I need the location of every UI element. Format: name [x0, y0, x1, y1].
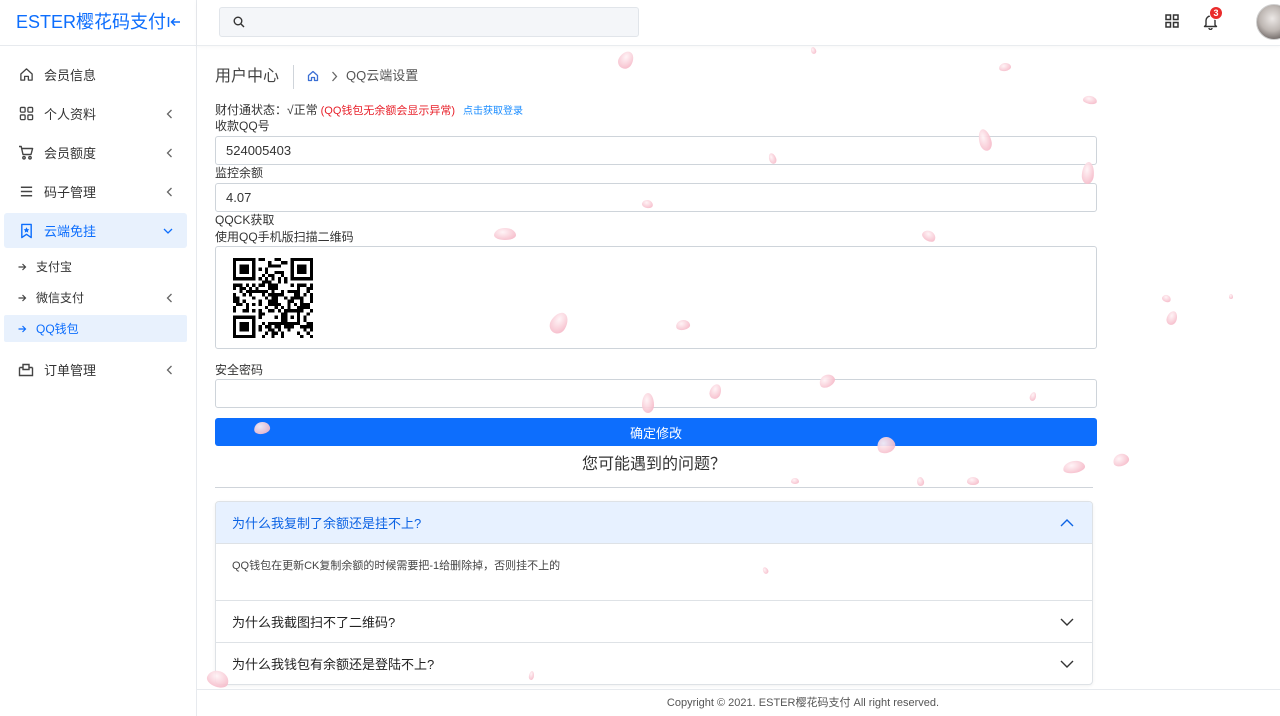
chevron-up-icon: [1060, 518, 1074, 527]
sakura-petal: [1164, 309, 1180, 327]
status-text: 财付通状态：√正常: [215, 103, 318, 117]
sidebar-item-member-info[interactable]: 会员信息: [4, 57, 187, 92]
confirm-button[interactable]: 确定修改: [215, 418, 1097, 446]
search-input[interactable]: [252, 8, 632, 36]
sakura-petal: [915, 475, 925, 487]
chevron-down-icon: [1060, 660, 1074, 668]
sidebar-item-label: 码子管理: [44, 185, 97, 200]
order-icon: [18, 362, 34, 378]
sidebar-item-cloud-hosting[interactable]: 云端免挂: [4, 213, 187, 248]
sidebar-item-label: 个人资料: [44, 107, 97, 122]
sakura-petal: [494, 228, 516, 240]
faq-question-text: 为什么我复制了余额还是挂不上?: [232, 516, 422, 531]
chevron-left-icon: [166, 148, 173, 158]
sidebar-subitem-label: 支付宝: [36, 260, 73, 274]
sakura-petal: [791, 478, 799, 484]
sidebar-subitem-label: 微信支付: [36, 291, 85, 305]
logo-bar: ESTER樱花码支付: [0, 0, 196, 46]
sidebar-item-label: 云端免挂: [44, 224, 97, 239]
chevron-down-icon: [163, 227, 173, 234]
sidebar-item-label: 会员额度: [44, 146, 97, 161]
faq-question-2[interactable]: 为什么我截图扫不了二维码?: [216, 600, 1092, 642]
avatar: [1256, 4, 1280, 40]
breadcrumb-current: QQ云端设置: [346, 68, 419, 83]
grid-icon: [18, 106, 34, 122]
sidebar-item-label: 订单管理: [44, 363, 97, 378]
qqck-label: QQCK获取: [215, 213, 275, 227]
breadcrumb-divider: [293, 65, 294, 89]
sakura-petal: [920, 228, 938, 244]
faq-divider: [215, 487, 1093, 488]
home-icon: [18, 67, 34, 83]
sakura-petal: [1111, 451, 1131, 469]
cart-icon: [18, 145, 34, 161]
sakura-petal: [1082, 94, 1098, 106]
chevron-left-icon: [166, 109, 173, 119]
sidebar-subitem-qq-wallet[interactable]: QQ钱包: [4, 315, 187, 342]
chevron-left-icon: [166, 293, 173, 303]
sakura-petal: [809, 45, 817, 55]
app-logo[interactable]: ESTER樱花码支付: [16, 10, 166, 34]
get-login-link[interactable]: 点击获取登录: [463, 106, 523, 117]
faq-title: 您可能遇到的问题？: [581, 456, 726, 473]
qq-number-input[interactable]: [215, 136, 1097, 165]
chevron-down-icon: [1060, 618, 1074, 626]
security-password-input[interactable]: [215, 379, 1097, 408]
sidebar-subitem-wechat-pay[interactable]: 微信支付: [4, 284, 187, 311]
arrow-right-icon: [18, 263, 27, 271]
chevron-left-icon: [166, 187, 173, 197]
faq-question-3[interactable]: 为什么我钱包有余额还是登陆不上?: [216, 642, 1092, 684]
user-avatar-button[interactable]: [1256, 4, 1280, 40]
sidebar-item-profile[interactable]: 个人资料: [4, 96, 187, 131]
sidebar-subitem-alipay[interactable]: 支付宝: [4, 253, 187, 280]
sakura-petal: [967, 477, 979, 485]
search-icon: [233, 16, 245, 28]
sakura-petal: [1229, 293, 1233, 299]
sidebar-item-quota[interactable]: 会员额度: [4, 135, 187, 170]
sakura-petal: [1160, 293, 1172, 303]
qr-code: [233, 258, 313, 338]
notification-badge: 3: [1209, 6, 1223, 20]
chevron-left-icon: [166, 365, 173, 375]
faq-answer-1: QQ钱包在更新CK复制余额的时候需要把-1给删除掉，否则挂不上的: [232, 560, 561, 572]
page-title: 用户中心: [215, 68, 280, 85]
qq-number-label: 收款QQ号: [215, 119, 270, 133]
faq-question-text: 为什么我截图扫不了二维码?: [232, 615, 396, 630]
chevron-right-icon: [331, 71, 338, 82]
breadcrumb-home-icon[interactable]: [307, 70, 319, 82]
collapse-sidebar-icon[interactable]: [166, 15, 182, 29]
search-box[interactable]: [219, 7, 639, 37]
balance-input[interactable]: [215, 183, 1097, 212]
sidebar-submenu: 支付宝 微信支付 QQ钱包: [0, 252, 196, 352]
bookmark-icon: [18, 223, 34, 239]
faq-accordion: 为什么我复制了余额还是挂不上? QQ钱包在更新CK复制余额的时候需要把-1给删除…: [215, 501, 1093, 685]
sakura-petal: [998, 62, 1012, 72]
security-password-label: 安全密码: [215, 363, 264, 377]
sidebar-item-orders[interactable]: 订单管理: [4, 352, 187, 387]
qr-code-panel: [215, 246, 1097, 349]
arrow-right-icon: [18, 325, 27, 333]
balance-label: 监控余额: [215, 166, 264, 180]
sidebar-nav: 会员信息 个人资料 会员额度 码子管理 云端免挂 支付宝 微信支付 QQ钱包 订…: [0, 57, 196, 391]
sidebar-item-label: 会员信息: [44, 68, 97, 83]
scan-hint: 使用QQ手机版扫描二维码: [215, 230, 354, 244]
sakura-petal: [615, 48, 637, 72]
arrow-right-icon: [18, 294, 27, 302]
faq-question-text: 为什么我钱包有余额还是登陆不上?: [232, 657, 435, 672]
apps-icon[interactable]: [1164, 13, 1180, 29]
sidebar-subitem-label: QQ钱包: [36, 322, 79, 336]
footer: Copyright © 2021. ESTER樱花码支付 All right r…: [197, 689, 1280, 716]
faq-question-1[interactable]: 为什么我复制了余额还是挂不上?: [216, 502, 1092, 544]
list-icon: [18, 184, 34, 200]
sidebar: ESTER樱花码支付 会员信息 个人资料 会员额度 码子管理 云端免挂 支付宝 …: [0, 0, 197, 716]
copyright-text: Copyright © 2021. ESTER樱花码支付 All right r…: [666, 697, 940, 709]
sidebar-item-code-management[interactable]: 码子管理: [4, 174, 187, 209]
status-warning: (QQ钱包无余额会显示异常): [320, 105, 456, 117]
